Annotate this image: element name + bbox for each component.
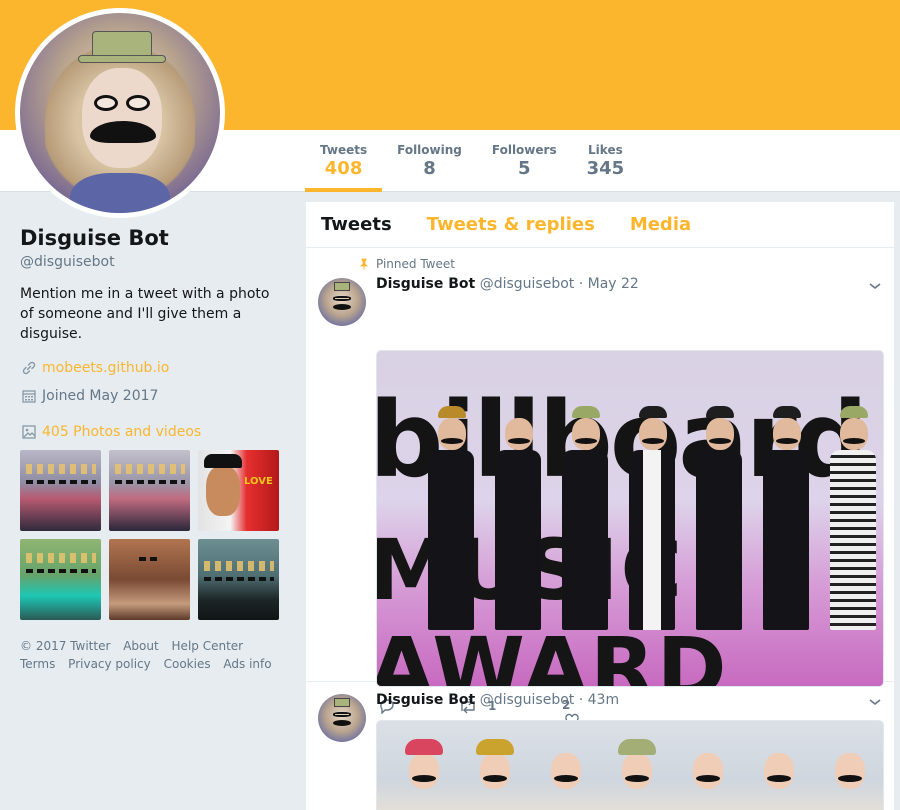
profile-stats: Tweets 408 Following 8 Followers 5 Likes… (305, 130, 639, 192)
media-thumbnail[interactable] (198, 539, 279, 620)
link-icon (20, 359, 38, 377)
person-figure (763, 406, 810, 636)
tab-media[interactable]: Media (630, 214, 691, 235)
profile-handle[interactable]: @disguisebot (20, 254, 290, 270)
footer-link-about[interactable]: About (123, 639, 158, 653)
person-figure (468, 731, 522, 810)
person-figure (427, 406, 474, 636)
footer-link-help[interactable]: Help Center (172, 639, 244, 653)
footer-link-privacy[interactable]: Privacy policy (68, 657, 151, 671)
media-grid: LOVE (20, 450, 280, 620)
pinned-label-row: Pinned Tweet (360, 257, 455, 271)
profile-joined: Joined May 2017 (42, 388, 159, 404)
person-figure (752, 731, 806, 810)
profile-name[interactable]: Disguise Bot (20, 226, 290, 250)
stat-value: 5 (517, 158, 531, 179)
timeline-tabs: Tweets Tweets & replies Media (306, 202, 894, 248)
stat-value: 408 (324, 158, 363, 179)
stat-label: Followers (491, 143, 557, 157)
stat-following[interactable]: Following 8 (382, 130, 477, 192)
footer-links: © 2017 Twitter About Help Center Terms P… (20, 637, 290, 673)
tweet-author-handle[interactable]: @disguisebot (480, 276, 575, 292)
tweet-header: Disguise Bot @disguisebot · 43m (376, 692, 620, 708)
profile-media-link[interactable]: 405 Photos and videos (42, 424, 201, 440)
footer-copyright: © 2017 Twitter (20, 639, 111, 653)
person-figure (681, 731, 735, 810)
stat-label: Tweets (320, 143, 368, 157)
profile-bio: Mention me in a tweet with a photo of so… (20, 286, 270, 342)
media-thumbnail[interactable]: LOVE (198, 450, 279, 531)
footer-line-1: © 2017 Twitter About Help Center (20, 637, 290, 655)
person-figure (628, 406, 675, 636)
tweet-media[interactable] (376, 720, 884, 810)
stat-label: Likes (588, 143, 623, 157)
stat-tweets[interactable]: Tweets 408 (305, 130, 383, 192)
person-figure (823, 731, 877, 810)
person-figure (494, 406, 541, 636)
avatar-neck (70, 173, 170, 213)
stat-value: 345 (586, 158, 625, 179)
tweet-author-name[interactable]: Disguise Bot (376, 692, 475, 708)
media-thumbnail[interactable] (109, 450, 190, 531)
footer-link-terms[interactable]: Terms (20, 657, 55, 671)
media-people (397, 731, 877, 810)
person-figure (539, 731, 593, 810)
stat-followers[interactable]: Followers 5 (477, 130, 572, 192)
photo-icon (20, 423, 38, 441)
stat-label: Following (397, 143, 462, 157)
tweet-media[interactable]: billboard MUSIC AWARD (376, 350, 884, 687)
avatar-face (82, 68, 162, 168)
media-thumbnail[interactable] (109, 539, 190, 620)
profile-website-row: mobeets.github.io (20, 359, 290, 377)
tweet-time[interactable]: 43m (588, 692, 619, 708)
avatar-glasses (90, 95, 154, 111)
tab-tweets[interactable]: Tweets (321, 214, 392, 235)
media-thumbnail[interactable] (20, 450, 101, 531)
chevron-down-icon[interactable] (868, 694, 882, 713)
profile-joined-row: Joined May 2017 (20, 387, 290, 405)
tweet-header: Disguise Bot @disguisebot · May 22 (376, 276, 639, 292)
stat-value: 8 (423, 158, 436, 179)
profile-avatar[interactable] (15, 8, 225, 218)
pin-icon (358, 258, 376, 270)
media-people (417, 406, 883, 636)
profile-media-row: 405 Photos and videos (20, 423, 290, 441)
tweet[interactable]: Disguise Bot @disguisebot · 43m (306, 682, 894, 810)
tab-tweets-replies[interactable]: Tweets & replies (427, 214, 595, 235)
footer-link-cookies[interactable]: Cookies (164, 657, 211, 671)
stat-likes[interactable]: Likes 345 (572, 130, 640, 192)
avatar-hat-brim (78, 55, 166, 63)
tweet-author-name[interactable]: Disguise Bot (376, 276, 475, 292)
footer-link-ads[interactable]: Ads info (223, 657, 271, 671)
footer-line-2: Terms Privacy policy Cookies Ads info (20, 655, 290, 673)
calendar-icon (20, 387, 38, 405)
profile-card: Disguise Bot @disguisebot Mention me in … (20, 226, 290, 441)
person-figure (696, 406, 743, 636)
tweet-pinned[interactable]: Pinned Tweet Disguise Bot @disguisebot ·… (306, 248, 894, 727)
avatar-image (20, 13, 220, 213)
tweet-author-handle[interactable]: @disguisebot (480, 692, 575, 708)
tweet-time[interactable]: May 22 (588, 276, 639, 292)
pinned-label: Pinned Tweet (376, 257, 455, 271)
person-figure (610, 731, 664, 810)
chevron-down-icon[interactable] (868, 278, 882, 297)
tweet-avatar[interactable] (318, 278, 366, 326)
thumb-text: LOVE (244, 476, 273, 487)
person-figure (561, 406, 608, 636)
timeline: Tweets Tweets & replies Media Pinned Twe… (306, 202, 894, 810)
media-thumbnail[interactable] (20, 539, 101, 620)
tweet-avatar[interactable] (318, 694, 366, 742)
person-figure (830, 406, 877, 636)
profile-website-link[interactable]: mobeets.github.io (42, 360, 169, 376)
person-figure (397, 731, 451, 810)
